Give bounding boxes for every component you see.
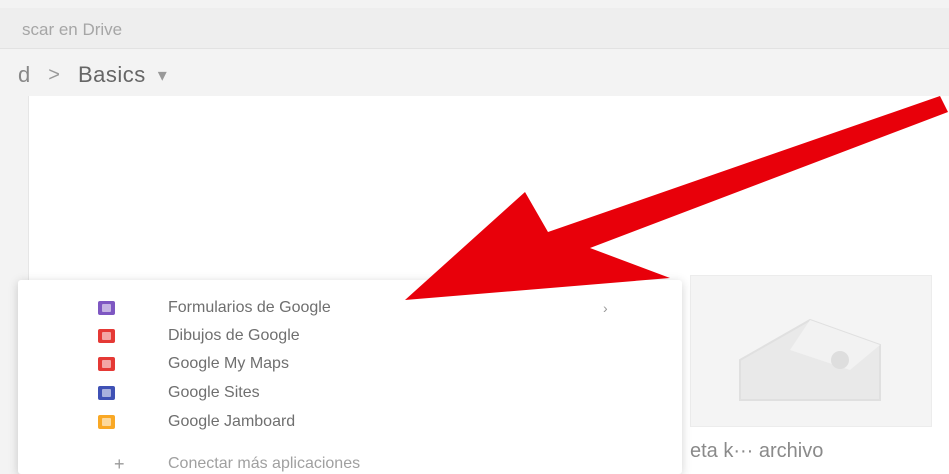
- file-tile-caption: eta k··· archivo: [690, 440, 824, 462]
- menu-item-label: Google Jamboard: [168, 413, 296, 430]
- menu-item-google-forms[interactable]: Formularios de Google ›: [18, 294, 682, 322]
- plus-icon: +: [114, 453, 125, 474]
- chevron-down-icon[interactable]: ▾: [158, 65, 167, 86]
- drive-page: d > Basics ▾ eta k··· archivo Formulario…: [0, 0, 949, 474]
- search-input[interactable]: [22, 18, 302, 42]
- search-bar: [0, 8, 949, 49]
- chevron-right-icon: ›: [603, 300, 608, 316]
- google-my-maps-icon: [98, 357, 115, 371]
- breadcrumb-previous[interactable]: d: [18, 62, 30, 88]
- menu-item-google-jamboard[interactable]: Google Jamboard: [18, 408, 682, 436]
- breadcrumb-separator: >: [48, 63, 60, 86]
- google-drawings-icon: [98, 329, 115, 343]
- more-apps-menu: Formularios de Google › Dibujos de Googl…: [18, 280, 682, 474]
- menu-item-google-sites[interactable]: Google Sites: [18, 379, 682, 407]
- menu-item-label: Formularios de Google: [168, 299, 331, 316]
- menu-item-label: Conectar más aplicaciones: [168, 455, 361, 472]
- google-jamboard-icon: [98, 415, 115, 429]
- menu-item-google-drawings[interactable]: Dibujos de Google: [18, 322, 682, 350]
- google-sites-icon: [98, 386, 115, 400]
- menu-item-label: Google Sites: [168, 384, 260, 401]
- breadcrumb-current-folder[interactable]: Basics: [78, 62, 146, 88]
- folder-preview-icon: [739, 318, 881, 401]
- menu-item-connect-more-apps[interactable]: + Conectar más aplicaciones: [18, 450, 682, 474]
- menu-item-google-my-maps[interactable]: Google My Maps: [18, 350, 682, 378]
- menu-item-label: Dibujos de Google: [168, 327, 300, 344]
- google-forms-icon: [98, 301, 115, 315]
- menu-item-label: Google My Maps: [168, 355, 289, 372]
- breadcrumb: d > Basics ▾: [18, 58, 167, 92]
